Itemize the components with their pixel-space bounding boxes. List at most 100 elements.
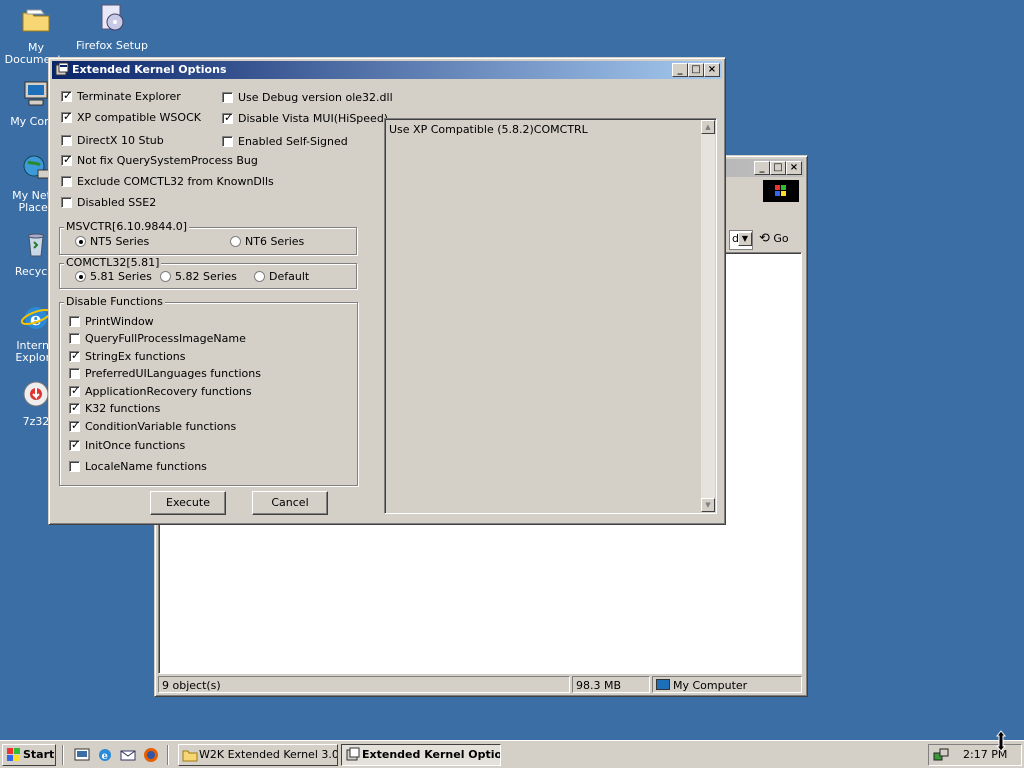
radio-label: NT6 Series xyxy=(245,235,305,248)
radio-dot xyxy=(79,275,83,279)
radio-nt5-series[interactable]: NT5 Series xyxy=(75,235,175,249)
checkbox-label: Not fix QuerySystemProcess Bug xyxy=(77,154,258,167)
close-button[interactable]: × xyxy=(704,63,720,77)
disable-functions-group: Disable Functions PrintWindow QueryFullP… xyxy=(59,295,358,486)
app-icon xyxy=(346,747,360,761)
system-tray: 2:17 PM xyxy=(928,744,1022,766)
firefox-icon[interactable] xyxy=(143,747,159,763)
internet-explorer-icon[interactable]: e xyxy=(97,747,113,763)
checkbox-exclude-comctl32[interactable]: Exclude COMCTL32 from KnownDlls xyxy=(61,175,274,189)
execute-button[interactable]: Execute xyxy=(150,491,226,515)
status-size: 98.3 MB xyxy=(572,676,650,693)
checkbox-queryfullprocessimagename[interactable]: QueryFullProcessImageName xyxy=(69,332,329,346)
radio-label: 5.81 Series xyxy=(90,270,152,283)
checkbox-label: PrintWindow xyxy=(85,315,154,328)
go-button[interactable]: ⟲ Go xyxy=(759,229,799,249)
checkbox-initonce-functions[interactable]: ✓ InitOnce functions xyxy=(69,438,329,453)
checkbox-label: StringEx functions xyxy=(85,350,186,363)
checkbox-label: Exclude COMCTL32 from KnownDlls xyxy=(77,175,274,188)
comctl32-group: COMCTL32[5.81] 5.81 Series 5.82 Series D… xyxy=(59,256,357,289)
check-mark: ✓ xyxy=(71,419,81,432)
status-bar: 9 object(s) 98.3 MB My Computer xyxy=(158,676,802,693)
radio-label: 5.82 Series xyxy=(175,270,237,283)
comctl32-group-label: COMCTL32[5.81] xyxy=(64,256,162,269)
folder-icon xyxy=(22,9,50,32)
show-desktop-icon[interactable] xyxy=(74,747,90,763)
checkbox-conditionvariable[interactable]: ✓ ConditionVariable functions xyxy=(69,419,329,434)
resize-cursor-icon xyxy=(995,730,1007,752)
checkbox-preferreduilanguages[interactable]: PreferredUILanguages functions xyxy=(69,367,329,381)
checkbox-label: ApplicationRecovery functions xyxy=(85,385,252,398)
checkbox-disable-vista-mui[interactable]: ✓ Disable Vista MUI(HiSpeed) xyxy=(222,111,388,126)
checkbox-label: Terminate Explorer xyxy=(77,90,181,103)
checkbox-label: DirectX 10 Stub xyxy=(77,134,164,147)
cancel-button[interactable]: Cancel xyxy=(252,491,328,515)
windows-logo-icon xyxy=(7,748,20,761)
maximize-button[interactable]: □ xyxy=(770,161,786,175)
folder-icon xyxy=(182,750,198,762)
radio-default[interactable]: Default xyxy=(254,270,339,284)
checkbox-label: Enabled Self-Signed xyxy=(238,135,348,148)
status-zone: My Computer xyxy=(652,676,802,693)
radio-582-series[interactable]: 5.82 Series xyxy=(160,270,245,284)
task-extended-kernel-options[interactable]: Extended Kernel Optio... xyxy=(341,744,501,766)
taskbar-separator xyxy=(167,745,169,765)
radio-581-series[interactable]: 5.81 Series xyxy=(75,270,160,284)
checkbox-terminate-explorer[interactable]: ✓ Terminate Explorer xyxy=(61,89,221,104)
checkbox-directx-10-stub[interactable]: DirectX 10 Stub xyxy=(61,134,221,148)
checkbox-label: Disable Vista MUI(HiSpeed) xyxy=(238,112,389,125)
task-label: W2K Extended Kernel 3.0e xyxy=(199,748,338,761)
checkbox-stringex-functions[interactable]: ✓ StringEx functions xyxy=(69,349,329,364)
checkbox-label: LocaleName functions xyxy=(85,460,207,473)
checkbox-label: Disabled SSE2 xyxy=(77,196,157,209)
windows-logo-icon xyxy=(763,180,799,202)
options-list-box[interactable]: Use XP Compatible (5.8.2)COMCTRL ▲ ▼ xyxy=(384,118,717,514)
desktop-icon-firefox-setup[interactable]: Firefox Setup xyxy=(74,2,150,52)
network-tray-icon[interactable] xyxy=(933,747,949,763)
outlook-express-icon[interactable] xyxy=(120,747,136,763)
checkbox-label: PreferredUILanguages functions xyxy=(85,367,261,380)
msvctr-group-label: MSVCTR[6.10.9844.0] xyxy=(64,220,190,233)
extended-kernel-options-dialog[interactable]: Extended Kernel Options _ □ × ✓ Terminat… xyxy=(48,57,726,525)
checkbox-label: ConditionVariable functions xyxy=(85,420,237,433)
checkbox-label: K32 functions xyxy=(85,402,161,415)
radio-label: NT5 Series xyxy=(90,235,150,248)
check-mark: ✓ xyxy=(63,153,73,166)
checkbox-k32-functions[interactable]: ✓ K32 functions xyxy=(69,401,329,416)
checkbox-disabled-sse2[interactable]: Disabled SSE2 xyxy=(61,196,221,210)
list-item[interactable]: Use XP Compatible (5.8.2)COMCTRL xyxy=(389,123,588,136)
scroll-up-button[interactable]: ▲ xyxy=(701,120,715,134)
dialog-titlebar[interactable]: Extended Kernel Options _ □ × xyxy=(52,61,722,79)
status-zone-label: My Computer xyxy=(673,679,748,692)
toolbar-row xyxy=(725,180,803,202)
checkbox-label: InitOnce functions xyxy=(85,439,186,452)
minimize-button[interactable]: _ xyxy=(672,63,688,77)
go-label: Go xyxy=(773,232,789,245)
close-button[interactable]: × xyxy=(786,161,802,175)
checkbox-enabled-self-signed[interactable]: Enabled Self-Signed xyxy=(222,135,382,149)
list-scrollbar[interactable]: ▲ ▼ xyxy=(701,120,715,512)
maximize-button[interactable]: □ xyxy=(688,63,704,77)
checkbox-label: QueryFullProcessImageName xyxy=(85,332,246,345)
taskbar-separator xyxy=(62,745,64,765)
msvctr-group: MSVCTR[6.10.9844.0] NT5 Series NT6 Serie… xyxy=(59,220,357,255)
address-dropdown-button[interactable]: d ▼ xyxy=(729,230,753,250)
radio-dot xyxy=(79,240,83,244)
taskbar: Start e W2K Extended Kernel 3.0e Extende… xyxy=(0,740,1024,768)
checkbox-applicationrecovery[interactable]: ✓ ApplicationRecovery functions xyxy=(69,384,329,399)
task-explorer-window[interactable]: W2K Extended Kernel 3.0e xyxy=(178,744,338,766)
desktop-icon-label: Firefox Setup xyxy=(76,39,148,52)
checkbox-debug-ole32[interactable]: Use Debug version ole32.dll xyxy=(222,91,393,105)
minimize-button[interactable]: _ xyxy=(754,161,770,175)
app-icon xyxy=(55,62,69,76)
start-button[interactable]: Start xyxy=(2,744,56,766)
checkbox-xp-compatible-wsock[interactable]: ✓ XP compatible WSOCK xyxy=(61,110,221,125)
status-object-count: 9 object(s) xyxy=(158,676,570,693)
check-mark: ✓ xyxy=(71,401,81,414)
checkbox-printwindow[interactable]: PrintWindow xyxy=(69,315,329,329)
scroll-down-button[interactable]: ▼ xyxy=(701,498,715,512)
radio-nt6-series[interactable]: NT6 Series xyxy=(230,235,330,249)
checkbox-not-fix-querysystemprocess[interactable]: ✓ Not fix QuerySystemProcess Bug xyxy=(61,153,261,168)
checkbox-localename-functions[interactable]: LocaleName functions xyxy=(69,460,329,474)
installer-icon xyxy=(101,4,124,31)
